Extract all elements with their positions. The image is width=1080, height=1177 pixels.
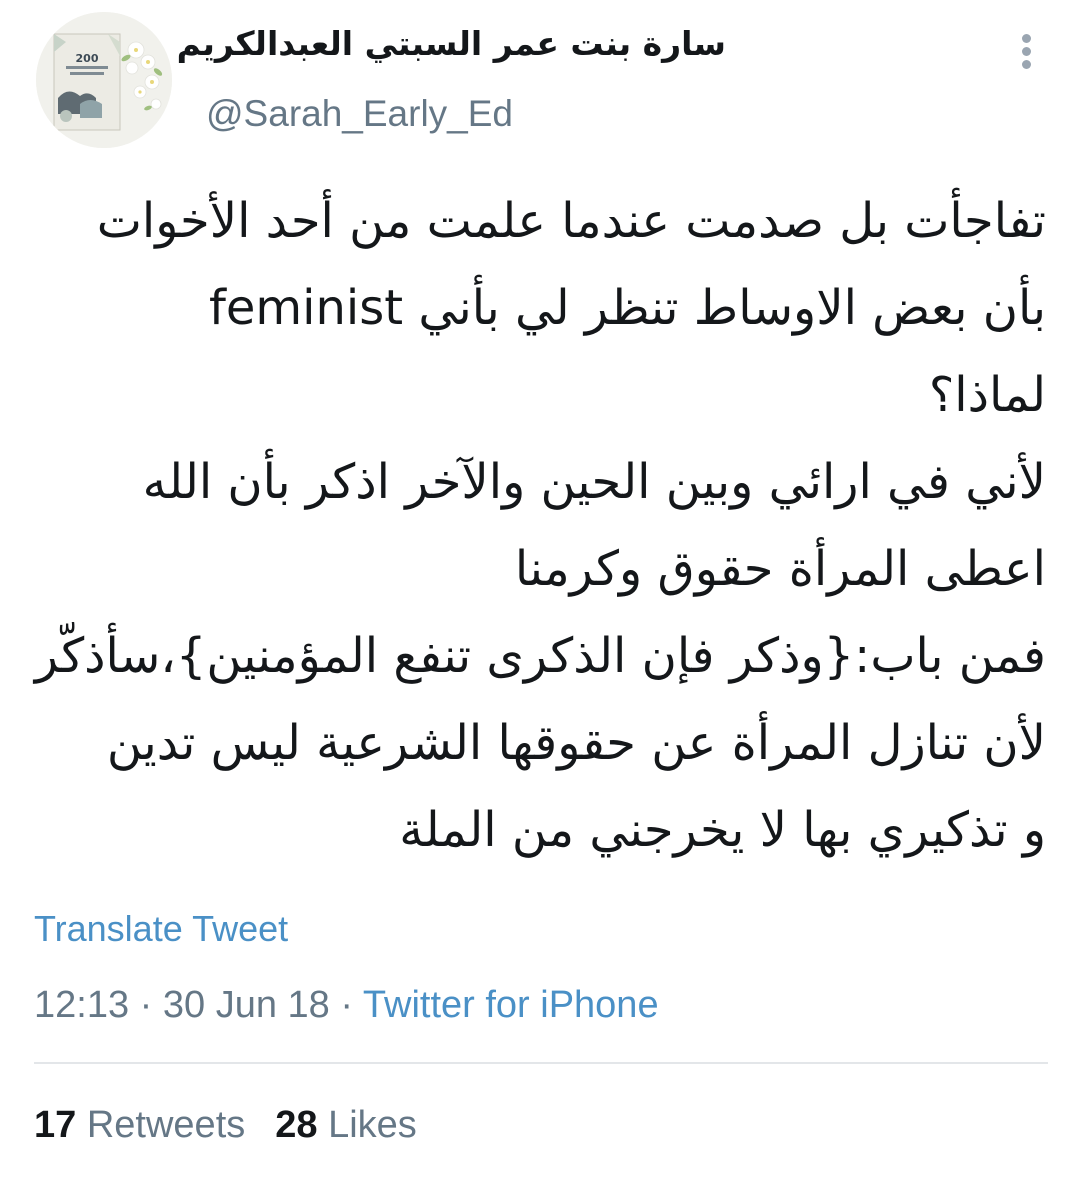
tweet-card: 200 سارة بنت عمر السبتي العبدالكريم @Sar… (0, 0, 1080, 1177)
tweet-line: و تذكيري بها لا يخرجني من الملة (399, 802, 1046, 858)
retweets-count: 17 (34, 1104, 77, 1146)
tweet-date: 30 Jun 18 (162, 984, 330, 1026)
divider (34, 1062, 1048, 1064)
meta-separator: · (340, 984, 354, 1026)
tweet-line: لأني في ارائي وبين الحين والآخر اذكر بأن… (142, 454, 1046, 510)
tweet-time: 12:13 (34, 984, 130, 1026)
likes-label: Likes (328, 1104, 417, 1146)
tweet-line: فمن باب:{وذكر فإن الذكرى تنفع المؤمنين}،… (34, 628, 1046, 684)
meta-separator: · (139, 984, 153, 1026)
tweet-line: لماذا؟ (928, 367, 1046, 423)
avatar-book-number: 200 (76, 52, 99, 65)
author-display-name[interactable]: سارة بنت عمر السبتي العبدالكريم (177, 22, 726, 66)
tweet-line: اعطى المرأة حقوق وكرمنا (514, 541, 1046, 597)
avatar[interactable]: 200 (36, 12, 172, 148)
engagement-stats: 17 Retweets 28 Likes (34, 1100, 417, 1150)
avatar-image: 200 (36, 12, 172, 148)
more-options-icon[interactable] (1010, 28, 1044, 72)
tweet-line: لأن تنازل المرأة عن حقوقها الشرعية ليس ت… (106, 715, 1046, 771)
likes-count: 28 (275, 1104, 318, 1146)
tweet-metadata: 12:13 · 30 Jun 18 · Twitter for iPhone (34, 980, 659, 1030)
tweet-source-link[interactable]: Twitter for iPhone (363, 984, 659, 1026)
tweet-text: تفاجأت بل صدمت عندما علمت من أحد الأخوات… (30, 178, 1046, 874)
translate-tweet-link[interactable]: Translate Tweet (34, 906, 288, 952)
likes-stat[interactable]: 28 Likes (275, 1104, 417, 1146)
tweet-line: تفاجأت بل صدمت عندما علمت من أحد الأخوات (96, 193, 1046, 249)
tweet-line: بأن بعض الاوساط تنظر لي بأني feminist (208, 280, 1046, 336)
retweets-stat[interactable]: 17 Retweets (34, 1104, 245, 1146)
author-handle[interactable]: @Sarah_Early_Ed (206, 92, 513, 136)
retweets-label: Retweets (86, 1104, 246, 1146)
